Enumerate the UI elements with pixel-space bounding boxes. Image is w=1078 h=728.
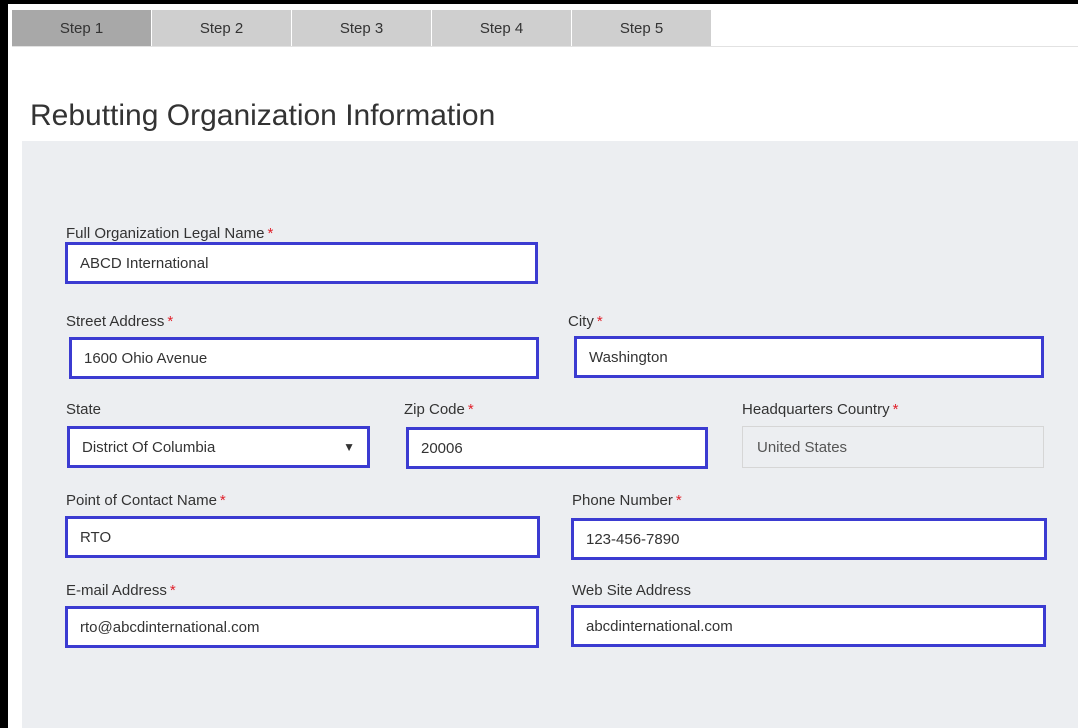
tab-divider — [12, 46, 1078, 47]
tab-step-5[interactable]: Step 5 — [572, 10, 712, 46]
country-label: Headquarters Country * — [742, 401, 898, 418]
zip-input[interactable]: 20006 — [406, 427, 708, 469]
phone-label-text: Phone Number — [572, 492, 673, 509]
contact-input[interactable]: RTO — [65, 516, 540, 558]
street-label: Street Address * — [66, 313, 173, 330]
state-label: State — [66, 401, 101, 418]
contact-label-text: Point of Contact Name — [66, 492, 217, 509]
org-name-input[interactable]: ABCD International — [65, 242, 538, 284]
zip-label: Zip Code * — [404, 401, 474, 418]
contact-label: Point of Contact Name * — [66, 492, 226, 509]
state-select[interactable]: District Of Columbia ▼ — [67, 426, 370, 468]
city-label-text: City — [568, 313, 594, 330]
country-input: United States — [742, 426, 1044, 468]
required-mark: * — [467, 401, 474, 418]
tab-step-2[interactable]: Step 2 — [152, 10, 292, 46]
street-label-text: Street Address — [66, 313, 165, 330]
step-tabs: Step 1 Step 2 Step 3 Step 4 Step 5 — [12, 10, 712, 46]
email-label-text: E-mail Address — [66, 582, 167, 599]
org-name-label: Full Organization Legal Name * — [66, 225, 273, 242]
website-label-text: Web Site Address — [572, 582, 691, 599]
city-label: City * — [568, 313, 603, 330]
website-input[interactable]: abcdinternational.com — [571, 605, 1046, 647]
page-title: Rebutting Organization Information — [30, 99, 496, 132]
country-label-text: Headquarters Country — [742, 401, 890, 418]
city-input[interactable]: Washington — [574, 336, 1044, 378]
tab-step-4[interactable]: Step 4 — [432, 10, 572, 46]
required-mark: * — [169, 582, 176, 599]
email-label: E-mail Address * — [66, 582, 176, 599]
street-input[interactable]: 1600 Ohio Avenue — [69, 337, 539, 379]
tab-step-3[interactable]: Step 3 — [292, 10, 432, 46]
phone-input[interactable]: 123-456-7890 — [571, 518, 1047, 560]
required-mark: * — [219, 492, 226, 509]
required-mark: * — [267, 225, 274, 242]
required-mark: * — [675, 492, 682, 509]
org-name-label-text: Full Organization Legal Name — [66, 225, 265, 242]
tab-step-1[interactable]: Step 1 — [12, 10, 152, 46]
required-mark: * — [892, 401, 899, 418]
state-label-text: State — [66, 401, 102, 418]
phone-label: Phone Number * — [572, 492, 682, 509]
website-label: Web Site Address — [572, 582, 691, 599]
required-mark: * — [167, 313, 174, 330]
triangle-down-icon[interactable]: ▼ — [343, 440, 355, 454]
form-panel: Full Organization Legal Name * ABCD Inter… — [22, 141, 1078, 728]
required-mark: * — [596, 313, 603, 330]
state-select-value: District Of Columbia — [82, 438, 216, 456]
zip-label-text: Zip Code — [404, 401, 465, 418]
email-input[interactable]: rto@abcdinternational.com — [65, 606, 539, 648]
